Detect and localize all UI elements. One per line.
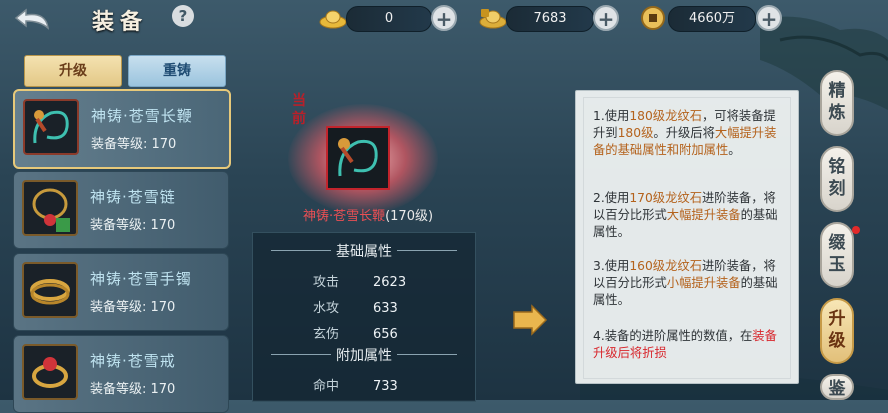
- info-text: 。: [728, 143, 741, 157]
- base-stats-title: 基础属性: [336, 244, 392, 260]
- equipment-item-ring[interactable]: 神铸·苍雪戒 装备等级: 170: [13, 335, 229, 413]
- equipment-item-whip[interactable]: 神铸·苍雪长鞭 装备等级: 170: [13, 89, 231, 169]
- currency-bound-display: 7683: [506, 6, 594, 32]
- stats-panel: 基础属性 攻击 2623 水攻 633 玄伤 656 附加属性 命中 733: [252, 232, 476, 402]
- preview-name: 神铸·苍雪长鞭(170级): [268, 205, 468, 224]
- info-highlight: 大幅提升装备: [666, 208, 741, 222]
- bound-ingot-icon: [478, 6, 508, 30]
- stat-row: 玄伤 656: [313, 323, 433, 342]
- side-tab-upgrade[interactable]: 升级: [820, 298, 854, 364]
- preview-whip-icon: [326, 126, 390, 190]
- divider: [397, 250, 457, 251]
- stat-key: 命中: [313, 379, 340, 394]
- equipment-name: 神铸·苍雪戒: [90, 352, 176, 370]
- currency-gold-value: 0: [384, 11, 394, 26]
- info-paragraph-3: 3.使用160级龙纹石进阶装备，将以百分比形式小幅提升装备的基础属性。: [593, 258, 785, 309]
- equipment-level: 装备等级: 170: [90, 300, 176, 315]
- currency-coin-display: 4660万: [668, 6, 756, 32]
- whip-icon: [23, 99, 79, 155]
- stat-value: 656: [373, 327, 398, 342]
- side-tab-inlay[interactable]: 缀玉: [820, 222, 854, 288]
- equipment-name: 神铸·苍雪长鞭: [91, 107, 193, 125]
- back-arrow-icon[interactable]: [12, 4, 60, 32]
- info-panel: 1.使用180级龙纹石，可将装备提升到180级。升级后将大幅提升装备的基础属性和…: [575, 90, 799, 384]
- add-gold-button[interactable]: +: [431, 5, 457, 31]
- stat-key: 水攻: [313, 301, 340, 316]
- ring-icon: [22, 344, 78, 400]
- bracelet-icon: [22, 262, 78, 318]
- equipment-level: 装备等级: 170: [90, 218, 176, 233]
- info-text: 2.使用: [593, 191, 630, 205]
- page-title: 装备: [92, 10, 149, 35]
- current-tag: 当前: [292, 93, 306, 127]
- tab-upgrade[interactable]: 升级: [24, 55, 122, 87]
- stat-key: 攻击: [313, 275, 340, 290]
- stat-row: 命中 733: [313, 375, 433, 394]
- info-text: 4.装备的进阶属性的数值，在: [593, 329, 753, 343]
- top-bar: 装备 ? 0 + 7683 + 4660万 +: [0, 0, 888, 36]
- currency-bound-value: 7683: [533, 11, 567, 26]
- info-highlight: 170级龙纹石: [629, 191, 702, 205]
- equipment-name: 神铸·苍雪链: [90, 188, 176, 206]
- info-text: 1.使用: [593, 109, 630, 123]
- info-highlight: 小幅提升装备: [666, 276, 741, 290]
- equipment-level: 装备等级: 170: [90, 382, 176, 397]
- stat-row: 攻击 2623: [313, 271, 433, 290]
- info-highlight: 180级龙纹石: [629, 109, 702, 123]
- stat-value: 633: [373, 301, 398, 316]
- preview-item-level: (170级): [385, 209, 434, 224]
- preview-item-name: 神铸·苍雪长鞭: [302, 209, 386, 224]
- divider: [397, 354, 457, 355]
- equipment-item-necklace[interactable]: 神铸·苍雪链 装备等级: 170: [13, 171, 229, 249]
- info-paragraph-4: 4.装备的进阶属性的数值，在装备升级后将折损: [593, 328, 785, 362]
- stat-row: 水攻 633: [313, 297, 433, 316]
- side-tab-engrave[interactable]: 铭刻: [820, 146, 854, 212]
- info-text: 3.使用: [593, 259, 630, 273]
- equipment-name: 神铸·苍雪手镯: [90, 270, 192, 288]
- help-icon[interactable]: ?: [172, 5, 194, 27]
- stat-value: 733: [373, 379, 398, 394]
- side-tab-refine[interactable]: 精炼: [820, 70, 854, 136]
- info-paragraph-2: 2.使用170级龙纹石进阶装备，将以百分比形式大幅提升装备的基础属性。: [593, 190, 785, 241]
- info-panel-inner: 1.使用180级龙纹石，可将装备提升到180级。升级后将大幅提升装备的基础属性和…: [583, 97, 791, 379]
- arrow-right-icon: [510, 304, 550, 336]
- info-highlight: 160级龙纹石: [629, 259, 702, 273]
- equipment-item-bracelet[interactable]: 神铸·苍雪手镯 装备等级: 170: [13, 253, 229, 331]
- info-paragraph-1: 1.使用180级龙纹石，可将装备提升到180级。升级后将大幅提升装备的基础属性和…: [593, 108, 785, 159]
- extra-stats-title: 附加属性: [336, 348, 392, 364]
- currency-gold-display: 0: [346, 6, 432, 32]
- coin-icon: [640, 5, 666, 31]
- necklace-icon: [22, 180, 78, 236]
- stat-key: 玄伤: [313, 327, 340, 342]
- info-text: 。升级后将: [653, 126, 715, 140]
- add-coin-button[interactable]: +: [756, 5, 782, 31]
- stat-value: 2623: [373, 275, 407, 290]
- side-tab-appraise[interactable]: 鉴: [820, 374, 854, 400]
- info-highlight: 180级: [617, 126, 654, 140]
- equipment-level: 装备等级: 170: [91, 137, 177, 152]
- tab-reforge[interactable]: 重铸: [128, 55, 226, 87]
- notification-dot: [852, 226, 860, 234]
- gold-ingot-icon: [318, 6, 348, 30]
- add-bound-button[interactable]: +: [593, 5, 619, 31]
- currency-coin-value: 4660万: [688, 11, 736, 26]
